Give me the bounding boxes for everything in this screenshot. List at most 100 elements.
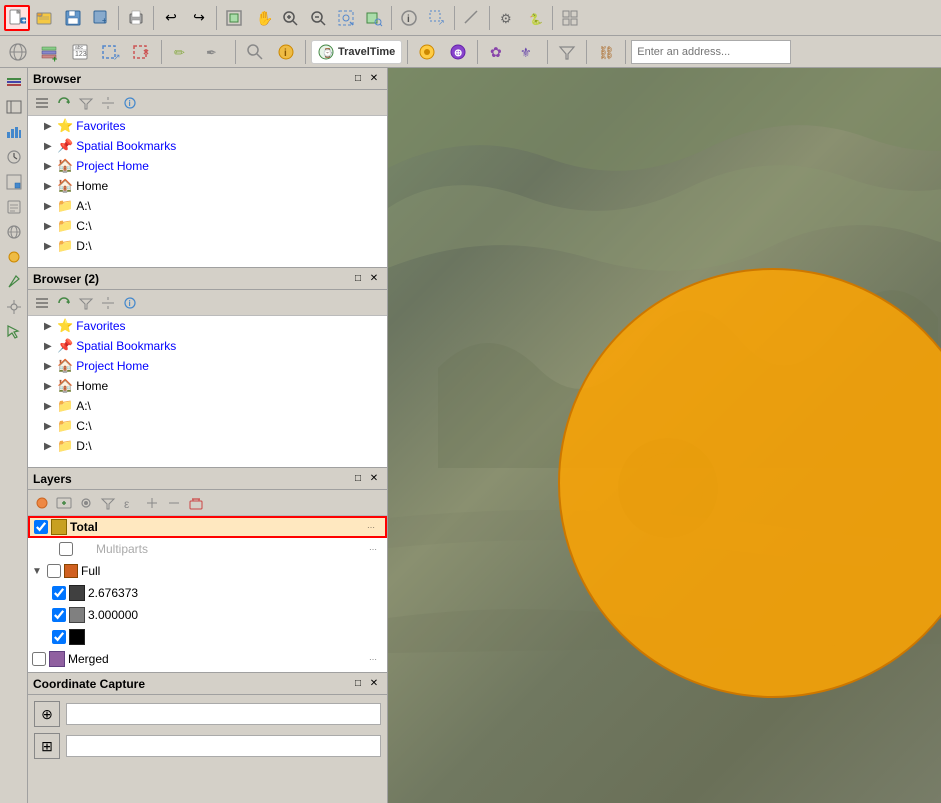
layers-collapse-all[interactable] [164,493,184,513]
layer-multiparts[interactable]: Multiparts ⋯ [28,538,387,560]
open-field-calc[interactable]: abc 123 [66,40,94,64]
measure-button[interactable] [459,5,485,31]
plugin1-button[interactable] [413,40,441,64]
plugin4-button[interactable]: ⚜ [514,40,542,64]
browser-collapse[interactable] [98,93,118,113]
overview-btn[interactable] [2,170,26,194]
zoom-out-button[interactable] [305,5,331,31]
browser2-d-drive[interactable]: ▶ 📁 D:\ [28,436,387,456]
zoom-in-button[interactable] [277,5,303,31]
browser2-project-home[interactable]: ▶ 🏠 Project Home [28,356,387,376]
layers-add-group[interactable] [54,493,74,513]
browser2-a-drive[interactable]: ▶ 📁 A:\ [28,396,387,416]
python-button[interactable]: 🐍 [522,5,548,31]
address-input[interactable] [631,40,791,64]
plugin-left-btn[interactable] [2,245,26,269]
layers-expand-all[interactable] [142,493,162,513]
deselect-button[interactable] [128,40,156,64]
hints-button[interactable]: i [272,40,300,64]
open-project-button[interactable] [32,5,58,31]
browser2-collapse[interactable] [98,293,118,313]
browser-a-drive[interactable]: ▶ 📁 A:\ [28,196,387,216]
browser2-spatial-bookmarks[interactable]: ▶ 📌 Spatial Bookmarks [28,336,387,356]
layer-multiparts-options[interactable]: ⋯ [363,539,383,559]
identify-button[interactable]: i [396,5,422,31]
browser-home[interactable]: ▶ 🏠 Home [28,176,387,196]
redo-button[interactable]: ↪ [186,5,212,31]
new-project-button[interactable]: + [4,5,30,31]
zoom-layer-button[interactable] [361,5,387,31]
map-canvas[interactable] [388,68,941,803]
layer-value1[interactable]: 2.676373 [28,582,387,604]
processing-button[interactable]: ⚙ [494,5,520,31]
layer-value3[interactable] [28,626,387,648]
layers-filter-by-expression[interactable] [98,493,118,513]
layers-restore-button[interactable]: □ [350,471,366,487]
layers-close-button[interactable]: ✕ [366,471,382,487]
browser-btn[interactable] [2,95,26,119]
layer-merged-options[interactable]: ⋯ [363,649,383,669]
layer-value3-checkbox[interactable] [52,630,66,644]
layers-open-layer-styling[interactable] [32,493,52,513]
plugin3-button[interactable]: ✿ [483,40,511,64]
undo-button[interactable]: ↩ [158,5,184,31]
browser2-enable-properties[interactable]: i [120,293,140,313]
plugin2-button[interactable]: ⊕ [444,40,472,64]
save-project-button[interactable] [60,5,86,31]
browser2-filter[interactable] [76,293,96,313]
select-rect-button[interactable]: ↗ [97,40,125,64]
browser-favorites[interactable]: ▶ ⭐ Favorites [28,116,387,136]
layer-merged[interactable]: Merged ⋯ [28,648,387,670]
globe-btn[interactable] [2,220,26,244]
browser2-c-drive[interactable]: ▶ 📁 C:\ [28,416,387,436]
layer-multiparts-checkbox[interactable] [59,542,73,556]
layer-merged-checkbox[interactable] [32,652,46,666]
print-button[interactable] [123,5,149,31]
filter-button[interactable] [553,40,581,64]
layer-full[interactable]: ▼ Full [28,560,387,582]
select-features-button[interactable]: ↗ [424,5,450,31]
browser2-collapse-all[interactable] [32,293,52,313]
browser-refresh[interactable] [54,93,74,113]
snapping-btn[interactable] [2,295,26,319]
layers-filter-by-map[interactable]: ε [120,493,140,513]
coord-input2[interactable] [66,735,381,757]
layer-total-options[interactable]: ⋯ [361,517,381,537]
temporal-btn[interactable] [2,145,26,169]
browser-project-home[interactable]: ▶ 🏠 Project Home [28,156,387,176]
crs-button[interactable] [4,40,32,64]
pan-button[interactable]: ✋ [249,5,275,31]
plugin5-button[interactable]: ⛓ [592,40,620,64]
layers-remove-layer[interactable] [186,493,206,513]
layer-full-checkbox[interactable] [47,564,61,578]
traveltime-plugin-button[interactable]: ⌚ TravelTime [311,40,402,64]
coord-grid-button[interactable]: ⊞ [34,733,60,759]
coord-restore-button[interactable]: □ [350,676,366,692]
browser-d-drive[interactable]: ▶ 📁 D:\ [28,236,387,256]
digitize-button[interactable]: ✏ [167,40,197,64]
browser2-home[interactable]: ▶ 🏠 Home [28,376,387,396]
full-expand[interactable]: ▼ [32,566,44,577]
zoom-selection-button[interactable] [333,5,359,31]
browser2-refresh[interactable] [54,293,74,313]
search-locate-button[interactable] [241,40,269,64]
browser-spatial-bookmarks[interactable]: ▶ 📌 Spatial Bookmarks [28,136,387,156]
browser-restore-button[interactable]: □ [350,71,366,87]
digitize-left-btn[interactable] [2,270,26,294]
layer-total[interactable]: Total ⋯ [28,516,387,538]
browser-enable-properties[interactable]: i [120,93,140,113]
coord-capture-button[interactable]: ⊕ [34,701,60,727]
browser-collapse-all[interactable] [32,93,52,113]
statistics-btn[interactable] [2,120,26,144]
browser-c-drive[interactable]: ▶ 📁 C:\ [28,216,387,236]
save-as-button[interactable]: + [88,5,114,31]
layers-manage-visibility[interactable] [76,493,96,513]
log-messages-btn[interactable] [2,195,26,219]
grid-button[interactable] [557,5,583,31]
layer-value2[interactable]: 3.000000 [28,604,387,626]
browser-close-button[interactable]: ✕ [366,71,382,87]
layer-value2-checkbox[interactable] [52,608,66,622]
layer-value1-checkbox[interactable] [52,586,66,600]
browser-filter[interactable] [76,93,96,113]
coord-input1[interactable] [66,703,381,725]
